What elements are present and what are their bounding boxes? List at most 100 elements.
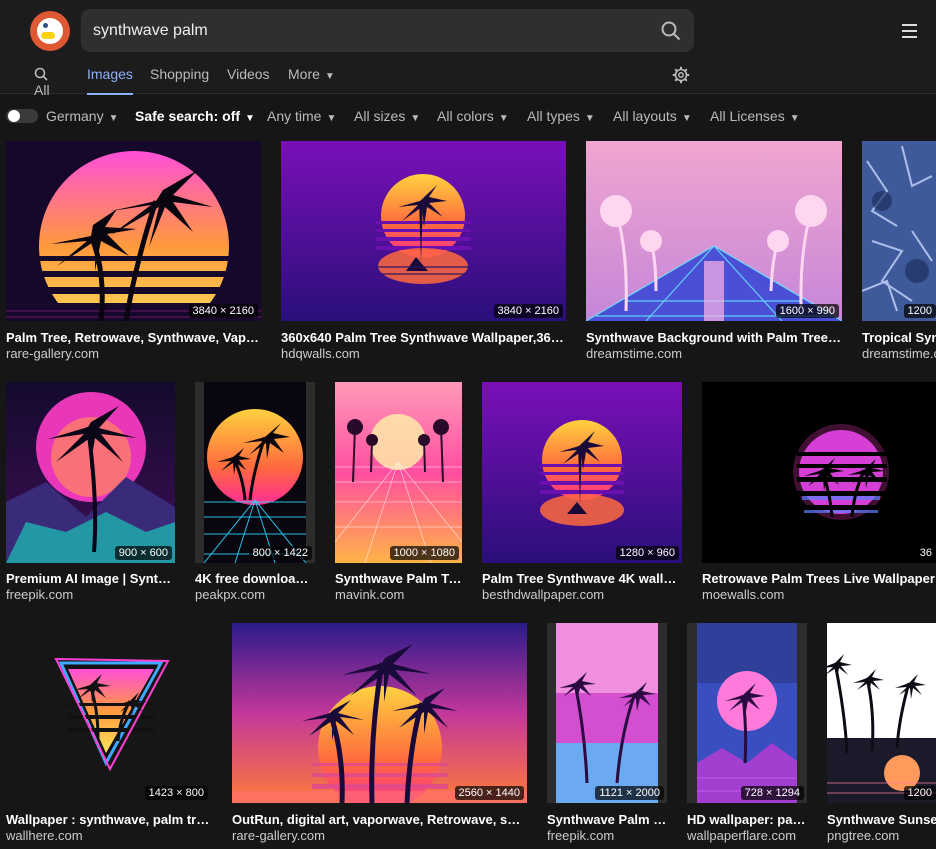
result-image-graphic [547,623,667,803]
result-source[interactable]: peakpx.com [195,587,315,602]
result-image[interactable]: 3840 × 2160 [6,141,261,321]
result-title[interactable]: Premium AI Image | Synthwave [6,571,175,586]
image-result[interactable]: 1200 Tropical Synthwave dreamstime.com [862,141,936,361]
safe-search-filter[interactable]: Safe search: off ▼ [135,108,255,124]
tab-images-label: Images [87,66,133,82]
result-image[interactable]: 1121 × 2000 [547,623,667,803]
result-source[interactable]: besthdwallpaper.com [482,587,682,602]
result-source[interactable]: rare-gallery.com [232,828,527,843]
chevron-down-icon: ▼ [789,113,800,124]
result-source[interactable]: dreamstime.com [586,346,842,361]
sizes-filter[interactable]: All sizes ▼ [354,108,420,124]
image-result[interactable]: 800 × 1422 4K free download ... peakpx.c… [195,382,315,602]
tab-images[interactable]: Images [87,66,133,95]
result-source[interactable]: dreamstime.com [862,346,936,361]
tab-all[interactable]: All [34,66,51,98]
result-title[interactable]: Retrowave Palm Trees Live Wallpaper - [702,571,936,586]
image-result[interactable]: 1280 × 960 Palm Tree Synthwave 4K wallpa… [482,382,682,602]
result-image[interactable]: 36 [702,382,936,563]
image-result[interactable]: 1200 Synthwave Sunset pngtree.com [827,623,936,843]
image-result[interactable]: 36 Retrowave Palm Trees Live Wallpaper -… [702,382,936,602]
licenses-filter[interactable]: All Licenses ▼ [710,108,800,124]
result-source[interactable]: hdqwalls.com [281,346,566,361]
result-source[interactable]: mavink.com [335,587,462,602]
chevron-down-icon: ▼ [108,113,119,124]
result-image[interactable]: 1200 [827,623,936,803]
time-filter[interactable]: Any time ▼ [267,108,336,124]
image-result[interactable]: 728 × 1294 HD wallpaper: palm trees wall… [687,623,807,843]
region-filter[interactable]: Germany ▼ [46,108,118,124]
types-filter[interactable]: All types ▼ [527,108,595,124]
result-source[interactable]: wallhere.com [6,828,211,843]
result-source[interactable]: freepik.com [6,587,175,602]
image-dimensions: 900 × 600 [114,546,172,560]
search-input[interactable]: synthwave palm [81,9,694,52]
result-image[interactable]: 1423 × 800 [6,623,211,803]
result-image-graphic [586,141,842,321]
result-title[interactable]: HD wallpaper: palm trees [687,812,807,827]
image-result[interactable]: 1000 × 1080 Synthwave Palm Trees mavink.… [335,382,462,602]
tab-shopping[interactable]: Shopping [150,66,209,93]
hamburger-menu-icon[interactable] [902,24,917,42]
layouts-label: All layouts [613,108,677,124]
result-image[interactable]: 900 × 600 [6,382,175,563]
image-result[interactable]: 1423 × 800 Wallpaper : synthwave, palm t… [6,623,211,843]
chevron-down-icon: ▼ [245,113,255,124]
types-label: All types [527,108,580,124]
image-result[interactable]: 3840 × 2160 360x640 Palm Tree Synthwave … [281,141,566,361]
result-title[interactable]: Palm Tree Synthwave 4K wallpaper [482,571,682,586]
result-title[interactable]: 4K free download ... [195,571,315,586]
chevron-down-icon: ▼ [584,113,595,124]
result-title[interactable]: Wallpaper : synthwave, palm trees [6,812,211,827]
image-result[interactable]: 3840 × 2160 Palm Tree, Retrowave, Synthw… [6,141,261,361]
gear-icon[interactable] [672,66,690,84]
result-image[interactable]: 728 × 1294 [687,623,807,803]
result-title[interactable]: 360x640 Palm Tree Synthwave Wallpaper,36… [281,330,566,345]
tab-shopping-label: Shopping [150,66,210,82]
result-title[interactable]: OutRun, digital art, vaporwave, Retrowav… [232,812,527,827]
result-image[interactable]: 1200 [862,141,936,321]
chevron-down-icon: ▼ [326,113,337,124]
image-result[interactable]: 2560 × 1440 OutRun, digital art, vaporwa… [232,623,527,843]
result-source[interactable]: pngtree.com [827,828,936,843]
image-dimensions: 1423 × 800 [144,786,208,800]
region-label: Germany [46,108,104,124]
tab-more[interactable]: More ▼ [288,66,335,93]
result-image[interactable]: 3840 × 2160 [281,141,566,321]
result-image[interactable]: 1000 × 1080 [335,382,462,563]
result-title[interactable]: Tropical Synthwave [862,330,936,345]
result-image[interactable]: 1280 × 960 [482,382,682,563]
result-source[interactable]: moewalls.com [702,587,936,602]
result-title[interactable]: Synthwave Sunset [827,812,936,827]
top-bar: synthwave palm All Images Shopping Video… [0,0,936,98]
tab-all-label: All [34,82,50,98]
duckduckgo-logo[interactable] [30,11,70,51]
chevron-down-icon: ▼ [681,113,692,124]
search-icon[interactable] [661,21,681,41]
result-title[interactable]: Synthwave Palm Trees [547,812,667,827]
result-source[interactable]: rare-gallery.com [6,346,261,361]
result-image[interactable]: 800 × 1422 [195,382,315,563]
image-result[interactable]: 1121 × 2000 Synthwave Palm Trees freepik… [547,623,667,843]
result-image[interactable]: 2560 × 1440 [232,623,527,803]
search-query[interactable]: synthwave palm [93,22,208,40]
layouts-filter[interactable]: All layouts ▼ [613,108,692,124]
result-title[interactable]: Synthwave Background with Palm Trees. ..… [586,330,842,345]
result-source[interactable]: freepik.com [547,828,667,843]
result-image-graphic [687,623,807,803]
image-dimensions: 1200 [903,786,936,800]
image-result[interactable]: 1600 × 990 Synthwave Background with Pal… [586,141,842,361]
image-dimensions: 36 [915,546,936,560]
result-title[interactable]: Palm Tree, Retrowave, Synthwave, Vaporwa… [6,330,261,345]
result-title[interactable]: Synthwave Palm Trees [335,571,462,586]
result-image[interactable]: 1600 × 990 [586,141,842,321]
colors-filter[interactable]: All colors ▼ [437,108,509,124]
image-dimensions: 1000 × 1080 [389,546,459,560]
result-image-graphic [862,141,936,321]
filter-bar: Germany ▼ Safe search: off ▼ Any time ▼ All… [0,106,936,128]
image-dimensions: 1121 × 2000 [595,786,664,800]
region-toggle[interactable] [6,109,38,123]
image-result[interactable]: 900 × 600 Premium AI Image | Synthwave f… [6,382,175,602]
result-source[interactable]: wallpaperflare.com [687,828,807,843]
tab-videos[interactable]: Videos [227,66,270,93]
